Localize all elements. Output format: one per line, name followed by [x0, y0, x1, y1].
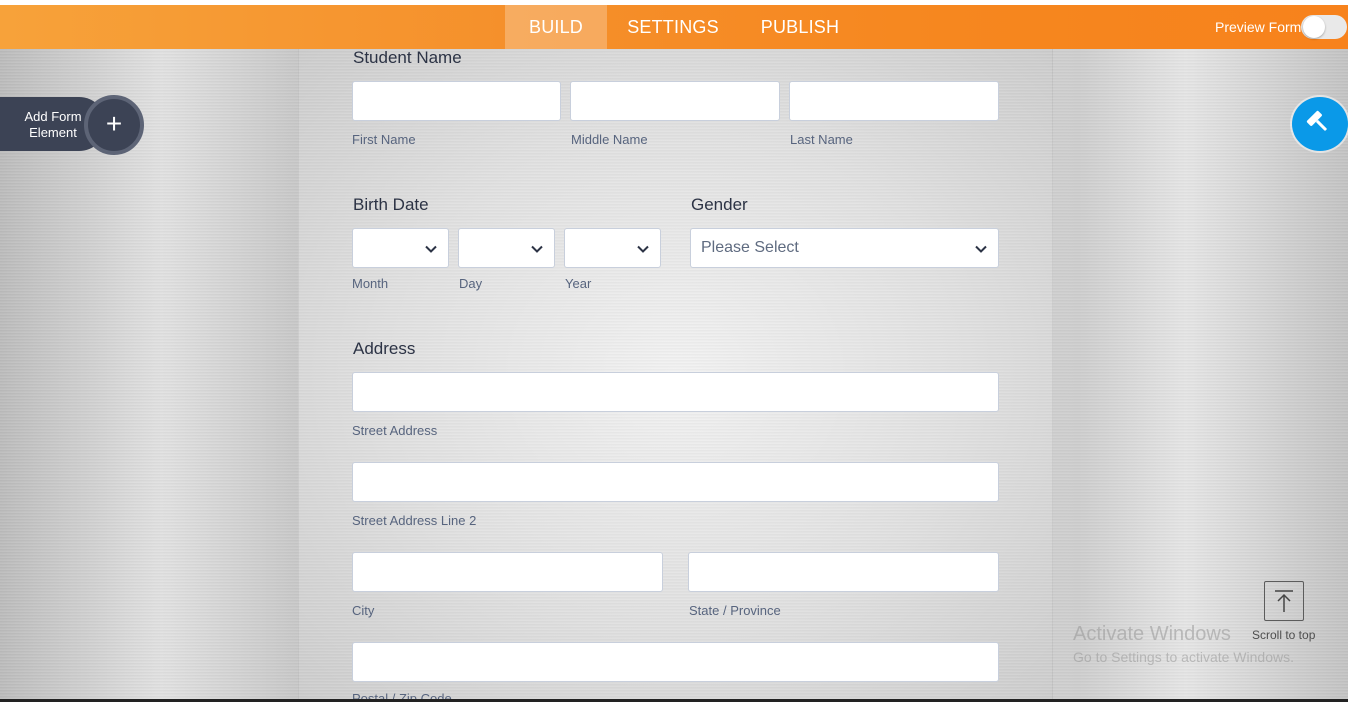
tab-publish[interactable]: PUBLISH [753, 5, 847, 49]
month-sublabel: Month [352, 276, 389, 291]
scroll-to-top-button[interactable] [1264, 581, 1304, 621]
preview-form-toggle[interactable] [1301, 15, 1347, 39]
street-address-input[interactable] [352, 372, 999, 412]
street-address-line2-input[interactable] [352, 462, 999, 502]
student-name-label: Student Name [353, 48, 462, 67]
arrow-up-to-line-icon [1275, 590, 1293, 612]
form-designer-button[interactable] [1292, 97, 1348, 151]
year-select[interactable] [564, 228, 661, 268]
activate-windows-watermark: Activate Windows [1073, 623, 1231, 645]
middle-name-input[interactable] [570, 81, 780, 121]
add-element-circle[interactable]: + [84, 95, 144, 155]
last-name-sublabel: Last Name [790, 132, 853, 147]
gender-select[interactable]: Please Select [690, 228, 999, 268]
gender-label: Gender [691, 195, 748, 214]
postal-code-input[interactable] [352, 642, 999, 682]
chevron-down-icon [637, 245, 649, 253]
chevron-down-icon [425, 245, 437, 253]
activate-windows-hint: Go to Settings to activate Windows. [1073, 649, 1294, 665]
scroll-to-top-label: Scroll to top [1252, 628, 1316, 642]
city-sublabel: City [352, 603, 375, 618]
chevron-down-icon [975, 245, 987, 253]
first-name-input[interactable] [352, 81, 561, 121]
middle-name-sublabel: Middle Name [571, 132, 648, 147]
preview-form-label: Preview Form [1215, 19, 1302, 35]
add-form-element-label: Add Form Element [24, 109, 82, 140]
plus-icon: + [105, 108, 123, 139]
day-sublabel: Day [459, 276, 483, 291]
street-address-line2-sublabel: Street Address Line 2 [352, 513, 477, 528]
state-province-input[interactable] [688, 552, 999, 592]
tab-settings[interactable]: SETTINGS [621, 5, 725, 49]
month-select[interactable] [352, 228, 449, 268]
last-name-input[interactable] [789, 81, 999, 121]
postal-code-sublabel: Postal / Zip Code [352, 691, 452, 699]
tab-build[interactable]: BUILD [505, 5, 607, 49]
chevron-down-icon [531, 245, 543, 253]
top-navbar: BUILD SETTINGS PUBLISH Preview Form [0, 5, 1348, 49]
birth-date-label: Birth Date [353, 195, 429, 214]
gender-selected-value: Please Select [701, 239, 799, 256]
first-name-sublabel: First Name [352, 132, 416, 147]
street-address-sublabel: Street Address [352, 423, 438, 438]
address-label: Address [353, 339, 416, 358]
year-sublabel: Year [565, 276, 592, 291]
day-select[interactable] [458, 228, 555, 268]
toggle-knob [1303, 16, 1325, 38]
state-province-sublabel: State / Province [689, 603, 781, 618]
city-input[interactable] [352, 552, 663, 592]
paint-roller-icon [1306, 110, 1327, 131]
